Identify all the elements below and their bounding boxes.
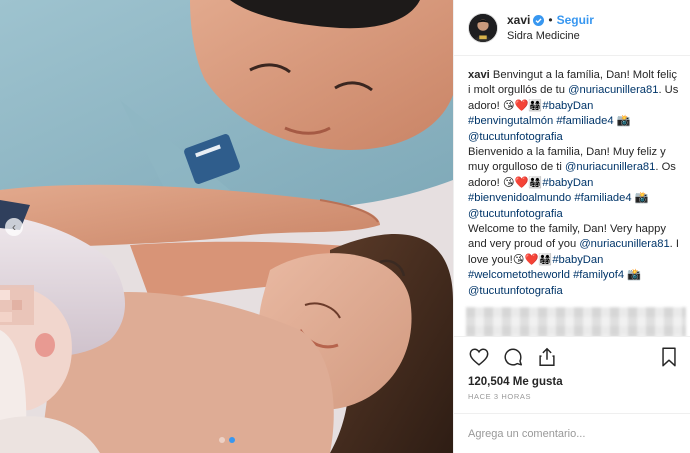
bookmark-icon[interactable] <box>658 346 680 368</box>
camera-icon: 📸 <box>616 115 631 128</box>
caption-hashtag[interactable]: #babyDan <box>542 100 593 112</box>
carousel-prev-button[interactable]: ‹ <box>5 218 23 236</box>
carousel-dot-active <box>228 437 235 443</box>
caption-hashtag[interactable]: #benvingutalmón #familiade4 <box>468 115 614 127</box>
post-photo[interactable]: ‹ <box>0 0 453 453</box>
emoji-group: 😘❤️👨‍👩‍👧‍👦 <box>512 253 553 266</box>
header-separator: • <box>548 13 553 27</box>
instagram-post: ‹ xavi • Seguir Sidra Medicine xavi Benv… <box>0 0 690 453</box>
caption-mention[interactable]: @tucutunfotografia <box>468 131 563 143</box>
emoji-group: 😘❤️👨‍👩‍👧‍👦 <box>502 99 543 112</box>
author-username[interactable]: xavi <box>507 13 530 27</box>
verified-badge-icon <box>533 14 545 26</box>
follow-button[interactable]: Seguir <box>557 13 594 27</box>
caption-hashtag[interactable]: #babyDan <box>542 177 593 189</box>
caption-hashtag[interactable]: #babyDan <box>552 254 603 266</box>
comment-icon[interactable] <box>502 346 524 368</box>
post-caption: xavi Benvingut a la família, Dan! Molt f… <box>454 56 690 336</box>
chevron-left-icon: ‹ <box>12 220 16 234</box>
caption-mention[interactable]: @tucutunfotografia <box>468 285 563 297</box>
photo-illustration <box>0 0 453 453</box>
caption-hashtag[interactable]: #welcometotheworld #familyof4 <box>468 269 624 281</box>
caption-username[interactable]: xavi <box>468 69 490 81</box>
action-bar <box>454 336 690 376</box>
heart-icon[interactable] <box>468 346 490 368</box>
comment-composer <box>454 413 690 453</box>
emoji-group: 😘❤️👨‍👩‍👧‍👦 <box>502 176 543 189</box>
comment-input[interactable] <box>468 427 676 440</box>
like-count[interactable]: 120,504 Me gusta <box>454 376 690 388</box>
caption-mention[interactable]: @nuriacunillera81 <box>565 161 655 173</box>
post-timestamp[interactable]: HACE 3 HORAS <box>454 388 690 401</box>
caption-mention[interactable]: @nuriacunillera81 <box>568 84 658 96</box>
camera-icon: 📸 <box>627 269 642 282</box>
carousel-indicator <box>218 437 235 443</box>
carousel-dot <box>218 437 225 443</box>
blurred-comments <box>466 307 686 336</box>
caption-mention[interactable]: @nuriacunillera81 <box>579 238 669 250</box>
caption-mention[interactable]: @tucutunfotografia <box>468 208 563 220</box>
share-icon[interactable] <box>536 346 558 368</box>
caption-hashtag[interactable]: #bienvenidoalmundo #familiade4 <box>468 192 632 204</box>
post-sidebar: xavi • Seguir Sidra Medicine xavi Benvin… <box>453 0 690 453</box>
camera-icon: 📸 <box>634 192 649 205</box>
caption-paragraph: xavi Benvingut a la família, Dan! Molt f… <box>468 68 682 299</box>
post-header: xavi • Seguir Sidra Medicine <box>454 0 690 56</box>
avatar[interactable] <box>468 12 498 43</box>
post-location[interactable]: Sidra Medicine <box>507 30 594 42</box>
